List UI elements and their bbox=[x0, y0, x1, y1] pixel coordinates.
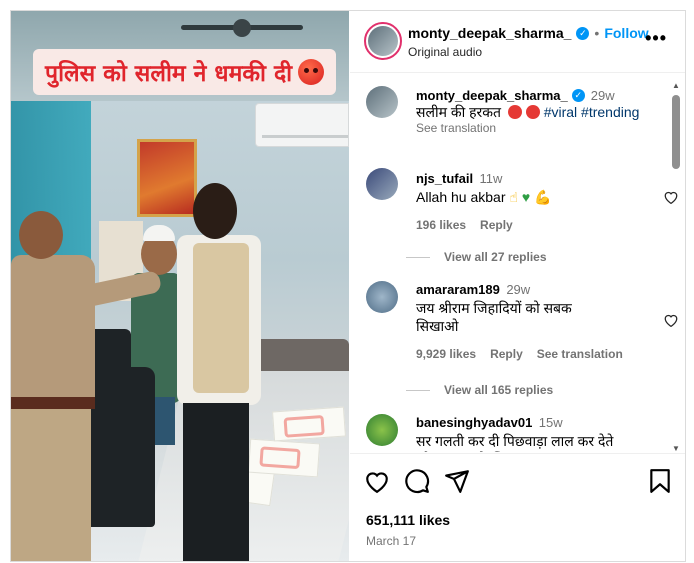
scroll-thumb[interactable] bbox=[672, 95, 680, 169]
view-replies-button[interactable]: View all 27 replies bbox=[406, 250, 547, 264]
comment-item: banesinghyadav01 15w सर गलती कर दी पिछवा… bbox=[416, 414, 646, 452]
person-vest bbox=[171, 183, 271, 561]
comment-text: Allah hu akbar bbox=[416, 189, 506, 205]
audio-link[interactable]: Original audio bbox=[408, 45, 482, 59]
angry-face-icon bbox=[298, 59, 325, 85]
comment-text: जय श्रीराम जिहादियों को सबक सिखाओ bbox=[416, 300, 572, 334]
pointing-finger-icon: ☝ bbox=[509, 189, 518, 205]
scene-paper bbox=[272, 406, 346, 442]
see-translation-link[interactable]: See translation bbox=[416, 121, 666, 135]
comment-item: njs_tufail 11w Allah hu akbar ☝ ♥ 💪 196 … bbox=[416, 170, 646, 232]
view-replies-label: View all 165 replies bbox=[444, 383, 554, 397]
comment-time[interactable]: 15w bbox=[539, 415, 563, 430]
post-caption: monty_deepak_sharma_ ✓ 29w सलीम की हरकत … bbox=[416, 88, 666, 135]
caption-hashtags[interactable]: #viral #trending bbox=[544, 104, 640, 120]
follow-button[interactable]: Follow bbox=[604, 25, 648, 41]
comment-item: amararam189 29w जय श्रीराम जिहादियों को … bbox=[416, 281, 646, 361]
view-replies-button[interactable]: View all 165 replies bbox=[406, 383, 553, 397]
post-actions: 651,111 likes March 17 bbox=[350, 453, 685, 561]
comment-time[interactable]: 11w bbox=[480, 171, 503, 186]
like-icon[interactable] bbox=[364, 468, 390, 494]
post-date[interactable]: March 17 bbox=[366, 534, 416, 548]
commenter-avatar[interactable] bbox=[366, 168, 398, 200]
commenter-avatar[interactable] bbox=[366, 281, 398, 313]
caption-author-avatar[interactable] bbox=[366, 86, 398, 118]
comment-time[interactable]: 29w bbox=[506, 282, 530, 297]
video-caption-overlay: पुलिस को सलीम ने धमकी दी bbox=[33, 49, 337, 95]
share-icon[interactable] bbox=[444, 468, 470, 494]
caption-time[interactable]: 29w bbox=[591, 88, 615, 103]
caption-text: सलीम की हरकत bbox=[416, 104, 502, 120]
comment-text: सर गलती कर दी पिछवाड़ा लाल कर देते और 2 … bbox=[416, 433, 614, 452]
scroll-up-icon[interactable]: ▲ bbox=[672, 81, 680, 90]
green-heart-icon: ♥ bbox=[521, 189, 531, 205]
comments-scrollbar[interactable]: ▲ ▼ bbox=[671, 81, 681, 453]
comment-username[interactable]: amararam189 bbox=[416, 282, 500, 297]
header-separator: • bbox=[594, 25, 600, 41]
post-header: monty_deepak_sharma_ ✓ • Follow Original… bbox=[350, 11, 685, 73]
verified-badge-icon: ✓ bbox=[576, 26, 590, 40]
angry-face-icon bbox=[507, 105, 522, 119]
bookmark-icon[interactable] bbox=[649, 468, 671, 494]
instagram-post-modal: पुलिस को सलीम ने धमकी दी monty_deepak_sh… bbox=[10, 10, 686, 562]
post-side-panel: monty_deepak_sharma_ ✓ • Follow Original… bbox=[350, 11, 685, 561]
view-replies-label: View all 27 replies bbox=[444, 250, 547, 264]
comment-likes[interactable]: 196 likes bbox=[416, 218, 466, 232]
comment-likes[interactable]: 9,929 likes bbox=[416, 347, 476, 361]
person-police bbox=[11, 211, 163, 561]
comment-username[interactable]: banesinghyadav01 bbox=[416, 415, 532, 430]
scroll-down-icon[interactable]: ▼ bbox=[672, 444, 680, 453]
flexed-biceps-icon: 💪 bbox=[534, 189, 552, 205]
video-caption-text: पुलिस को सलीम ने धमकी दी bbox=[45, 61, 293, 87]
reply-button[interactable]: Reply bbox=[490, 347, 523, 361]
air-conditioner bbox=[255, 103, 349, 147]
comment-username[interactable]: njs_tufail bbox=[416, 171, 473, 186]
more-options-icon[interactable]: ••• bbox=[645, 29, 667, 47]
caption-username[interactable]: monty_deepak_sharma_ bbox=[416, 88, 568, 103]
author-username[interactable]: monty_deepak_sharma_ bbox=[408, 25, 571, 41]
commenter-avatar[interactable] bbox=[366, 414, 398, 446]
ceiling-fan bbox=[181, 19, 303, 37]
see-translation-link[interactable]: See translation bbox=[537, 347, 623, 361]
angry-face-icon bbox=[525, 105, 540, 119]
verified-badge-icon: ✓ bbox=[571, 89, 585, 102]
header-user-row: monty_deepak_sharma_ ✓ • Follow bbox=[408, 25, 649, 41]
comment-icon[interactable] bbox=[404, 468, 430, 494]
comments-list[interactable]: monty_deepak_sharma_ ✓ 29w सलीम की हरकत … bbox=[350, 74, 685, 452]
author-avatar[interactable] bbox=[364, 22, 402, 60]
reply-button[interactable]: Reply bbox=[480, 218, 513, 232]
like-count[interactable]: 651,111 likes bbox=[366, 512, 450, 528]
post-video[interactable]: पुलिस को सलीम ने धमकी दी bbox=[11, 11, 349, 561]
